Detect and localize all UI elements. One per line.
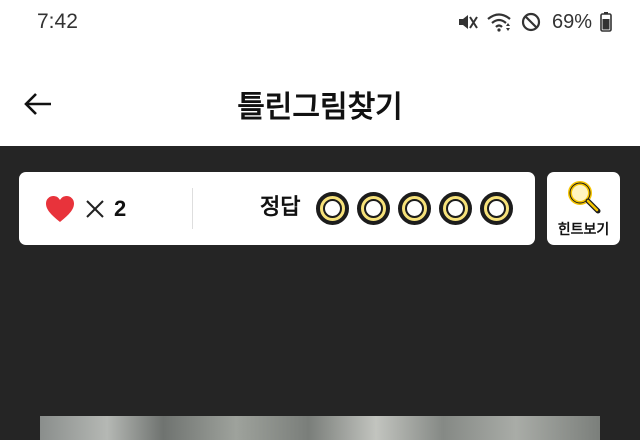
- hint-button[interactable]: 힌트보기: [547, 172, 620, 245]
- game-area: 2 정답 힌트보기: [0, 146, 640, 440]
- wifi-icon: [486, 11, 512, 33]
- answer-slot: [316, 192, 349, 225]
- answer-label: 정답: [260, 195, 301, 220]
- battery-icon: [600, 11, 612, 33]
- status-bar: 7:42 69%: [0, 0, 640, 44]
- page-title: 틀린그림찾기: [237, 90, 403, 125]
- answer-progress: [316, 192, 513, 225]
- lives-indicator: 2: [45, 192, 126, 226]
- mute-icon: [456, 11, 478, 33]
- answer-slot: [357, 192, 390, 225]
- magnifier-icon: [568, 181, 601, 214]
- puzzle-image[interactable]: [40, 416, 600, 440]
- do-not-disturb-icon: [520, 11, 542, 33]
- app-header: 틀린그림찾기: [0, 44, 640, 146]
- score-card: 2 정답: [19, 172, 535, 245]
- battery-percent: 69%: [551, 10, 592, 33]
- answer-slot: [439, 192, 472, 225]
- times-icon: [86, 200, 104, 218]
- lives-count: 2: [114, 196, 127, 221]
- answer-slot: [398, 192, 431, 225]
- answer-slot: [480, 192, 513, 225]
- status-time: 7:42: [37, 10, 78, 33]
- status-icons: 69%: [456, 9, 612, 35]
- heart-icon: [46, 196, 74, 222]
- hint-label: 힌트보기: [557, 222, 610, 238]
- card-divider: [192, 188, 193, 229]
